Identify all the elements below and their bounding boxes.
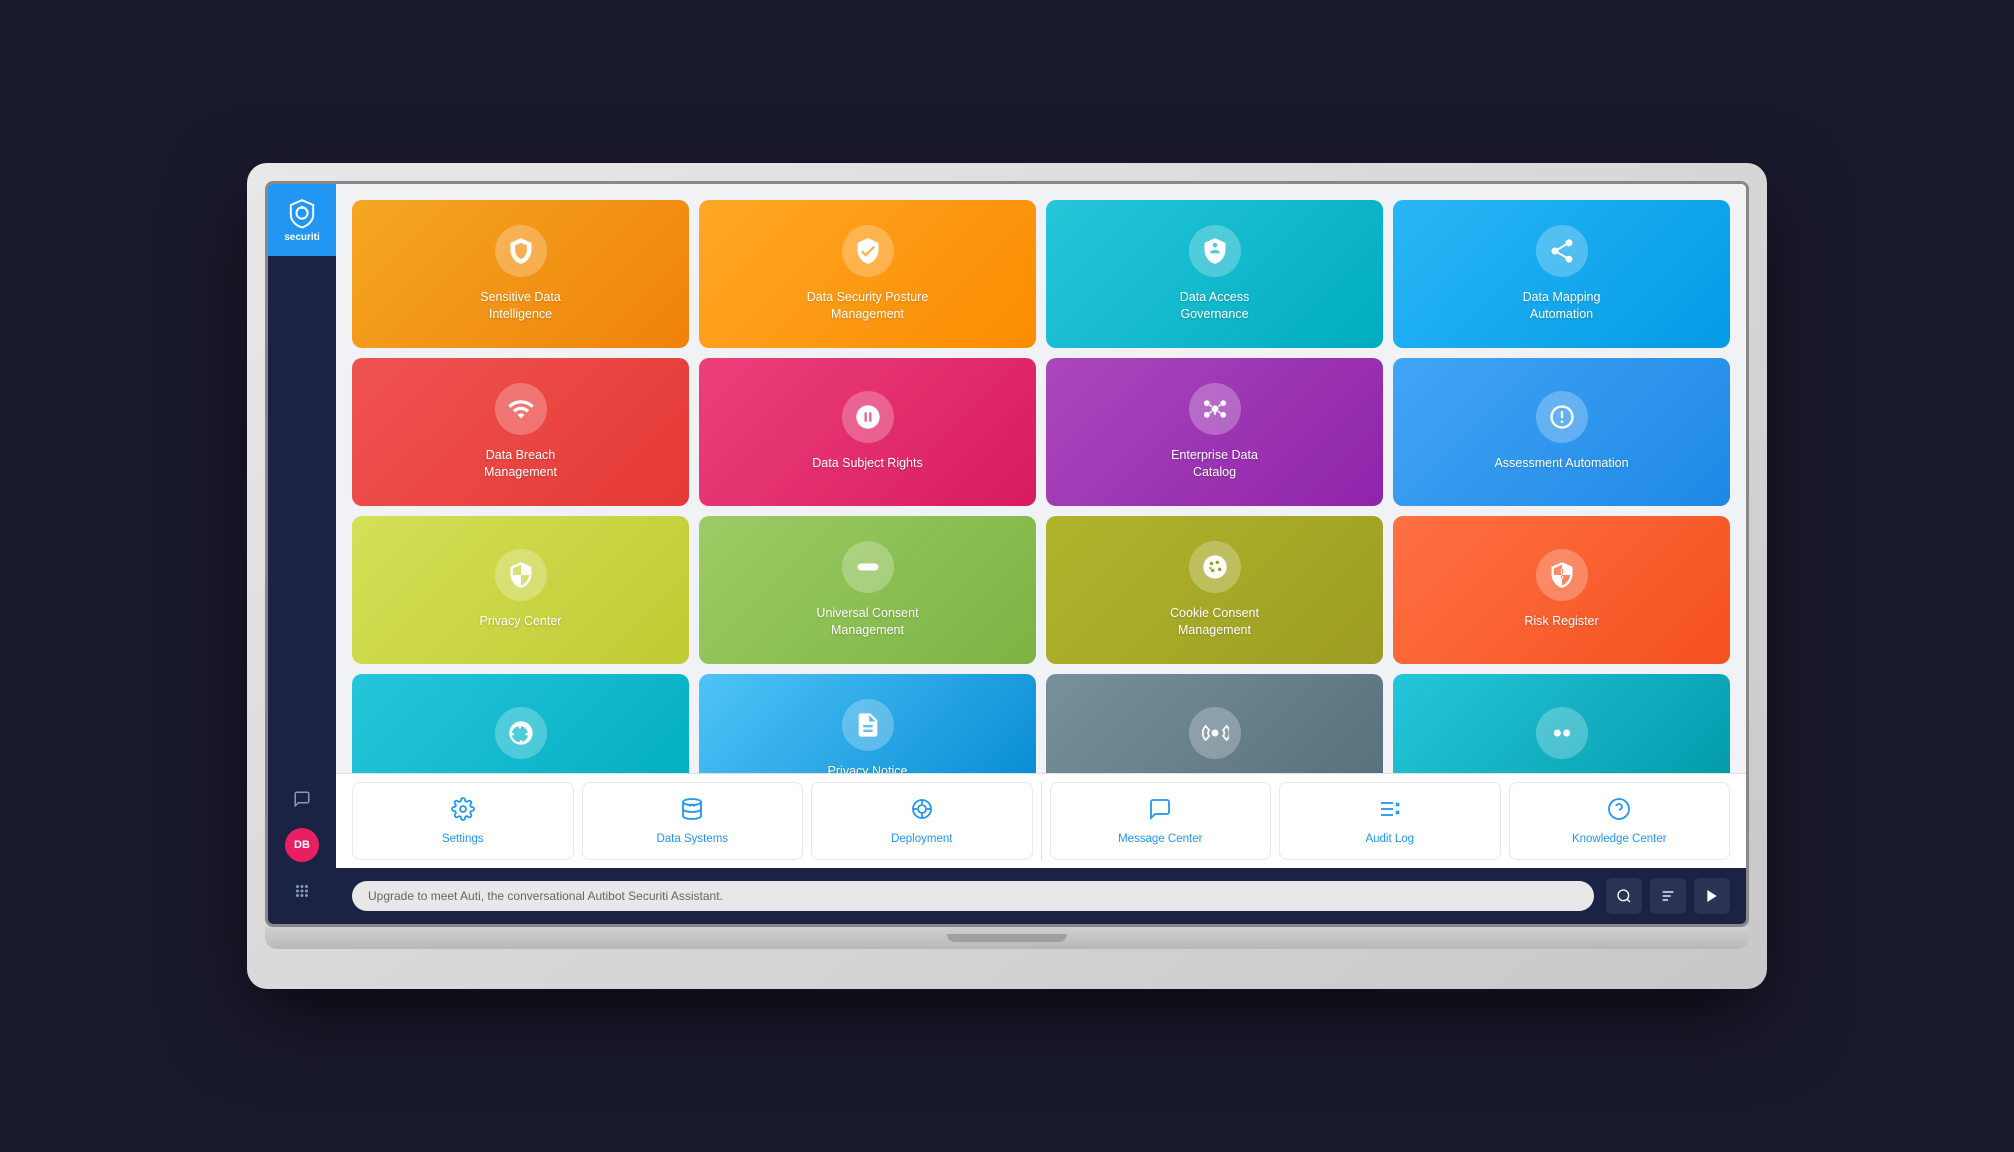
laptop-base <box>265 927 1749 949</box>
tile-icon-workflow <box>1189 707 1241 759</box>
tile-data-breach[interactable]: Data BreachManagement <box>352 358 689 506</box>
tile-icon-breach <box>495 383 547 435</box>
tile-label-consent: Universal ConsentManagement <box>816 605 918 640</box>
utility-message-center[interactable]: Message Center <box>1050 782 1272 860</box>
tile-data-mapping[interactable]: Data MappingAutomation <box>1393 200 1730 348</box>
tile-row-2: Data BreachManagement Data Subject Right… <box>352 358 1730 506</box>
utility-data-systems[interactable]: Data Systems <box>582 782 804 860</box>
tile-label-privacyops: PrivacyOps Center <box>1509 771 1614 773</box>
utility-settings[interactable]: Settings <box>352 782 574 860</box>
tile-icon-security <box>842 225 894 277</box>
tile-icon-consent <box>842 541 894 593</box>
bottom-bar: Upgrade to meet Auti, the conversational… <box>336 868 1746 924</box>
tile-cookie-consent[interactable]: Cookie ConsentManagement <box>1046 516 1383 664</box>
tile-label-notice: Privacy NoticeManagement <box>828 763 908 774</box>
tile-label-assessment: Assessment Automation <box>1494 455 1628 473</box>
tile-risk-register[interactable]: Risk Register <box>1393 516 1730 664</box>
tile-assessment-automation[interactable]: Assessment Automation <box>1393 358 1730 506</box>
sidebar: securiti DB <box>268 184 336 924</box>
laptop-screen: securiti DB <box>265 181 1749 927</box>
utility-deployment[interactable]: Deployment <box>811 782 1033 860</box>
sidebar-logo[interactable]: securiti <box>268 184 336 256</box>
message-center-icon <box>1148 797 1172 827</box>
tile-icon-assessment <box>1536 391 1588 443</box>
tile-row-1: Sensitive DataIntelligence Data Security… <box>352 200 1730 348</box>
tile-sensitive-data-intelligence[interactable]: Sensitive DataIntelligence <box>352 200 689 348</box>
tile-icon-privacy <box>495 549 547 601</box>
settings-icon <box>451 797 475 827</box>
tile-privacy-center[interactable]: Privacy Center <box>352 516 689 664</box>
tile-label-privacy: Privacy Center <box>480 613 562 631</box>
utility-audit-log[interactable]: Audit Log <box>1279 782 1501 860</box>
tile-row-3: Privacy Center Universal ConsentManageme… <box>352 516 1730 664</box>
tile-icon-access <box>1189 225 1241 277</box>
utility-data-systems-label: Data Systems <box>656 833 728 845</box>
utility-settings-label: Settings <box>442 833 484 845</box>
tile-icon-vendor <box>495 707 547 759</box>
tile-label-mapping: Data MappingAutomation <box>1523 289 1601 324</box>
play-button[interactable] <box>1694 878 1730 914</box>
tile-icon-sensitive <box>495 225 547 277</box>
utility-knowledge-label: Knowledge Center <box>1572 833 1667 845</box>
data-systems-icon <box>680 797 704 827</box>
tile-data-security-posture[interactable]: Data Security PostureManagement <box>699 200 1036 348</box>
tile-label-cookie: Cookie ConsentManagement <box>1170 605 1259 640</box>
tile-row-4: Vendor Assessments Privacy NoticeManagem… <box>352 674 1730 773</box>
sidebar-bottom-icons: DB <box>285 782 319 924</box>
deployment-icon <box>910 797 934 827</box>
utility-message-label: Message Center <box>1118 833 1202 845</box>
laptop-frame: securiti DB <box>247 163 1767 989</box>
grid-menu-icon-btn[interactable] <box>285 874 319 908</box>
tile-icon-privacyops <box>1536 707 1588 759</box>
chat-input[interactable]: Upgrade to meet Auti, the conversational… <box>352 881 1594 911</box>
knowledge-center-icon <box>1607 797 1631 827</box>
main-content: Sensitive DataIntelligence Data Security… <box>336 184 1746 924</box>
chat-icon-btn[interactable] <box>285 782 319 816</box>
tile-icon-risk <box>1536 549 1588 601</box>
tile-label-security: Data Security PostureManagement <box>807 289 929 324</box>
tile-icon-mapping <box>1536 225 1588 277</box>
tile-icon-notice <box>842 699 894 751</box>
utility-divider <box>1041 782 1042 860</box>
tile-icon-cookie <box>1189 541 1241 593</box>
tile-icon-catalog <box>1189 383 1241 435</box>
tile-icon-subject <box>842 391 894 443</box>
tile-label-catalog: Enterprise DataCatalog <box>1171 447 1258 482</box>
tile-workflow-orchestration[interactable]: Workflow Orchestration <box>1046 674 1383 773</box>
utility-audit-label: Audit Log <box>1365 833 1414 845</box>
tiles-grid-area: Sensitive DataIntelligence Data Security… <box>336 184 1746 773</box>
tile-label-vendor: Vendor Assessments <box>462 771 579 773</box>
bottom-action-buttons <box>1606 878 1730 914</box>
user-avatar[interactable]: DB <box>285 828 319 862</box>
utility-deployment-label: Deployment <box>891 833 952 845</box>
tile-data-access-governance[interactable]: Data AccessGovernance <box>1046 200 1383 348</box>
filter-button[interactable] <box>1650 878 1686 914</box>
app-container: securiti DB <box>268 184 1746 924</box>
tile-privacyops-center[interactable]: PrivacyOps Center <box>1393 674 1730 773</box>
tile-label-sensitive: Sensitive DataIntelligence <box>480 289 561 324</box>
tile-label-breach: Data BreachManagement <box>484 447 557 482</box>
tile-label-access: Data AccessGovernance <box>1180 289 1249 324</box>
tile-privacy-notice[interactable]: Privacy NoticeManagement <box>699 674 1036 773</box>
tile-enterprise-catalog[interactable]: Enterprise DataCatalog <box>1046 358 1383 506</box>
tile-universal-consent[interactable]: Universal ConsentManagement <box>699 516 1036 664</box>
tile-label-subject: Data Subject Rights <box>812 455 922 473</box>
tile-data-subject-rights[interactable]: Data Subject Rights <box>699 358 1036 506</box>
tile-vendor-assessments[interactable]: Vendor Assessments <box>352 674 689 773</box>
logo-text: securiti <box>284 232 320 243</box>
audit-log-icon <box>1378 797 1402 827</box>
tile-label-workflow: Workflow Orchestration <box>1150 771 1280 773</box>
search-button[interactable] <box>1606 878 1642 914</box>
utility-bar: Settings Data Syste <box>336 773 1746 868</box>
tile-label-risk: Risk Register <box>1524 613 1598 631</box>
utility-knowledge-center[interactable]: Knowledge Center <box>1509 782 1731 860</box>
laptop-notch <box>947 934 1067 942</box>
